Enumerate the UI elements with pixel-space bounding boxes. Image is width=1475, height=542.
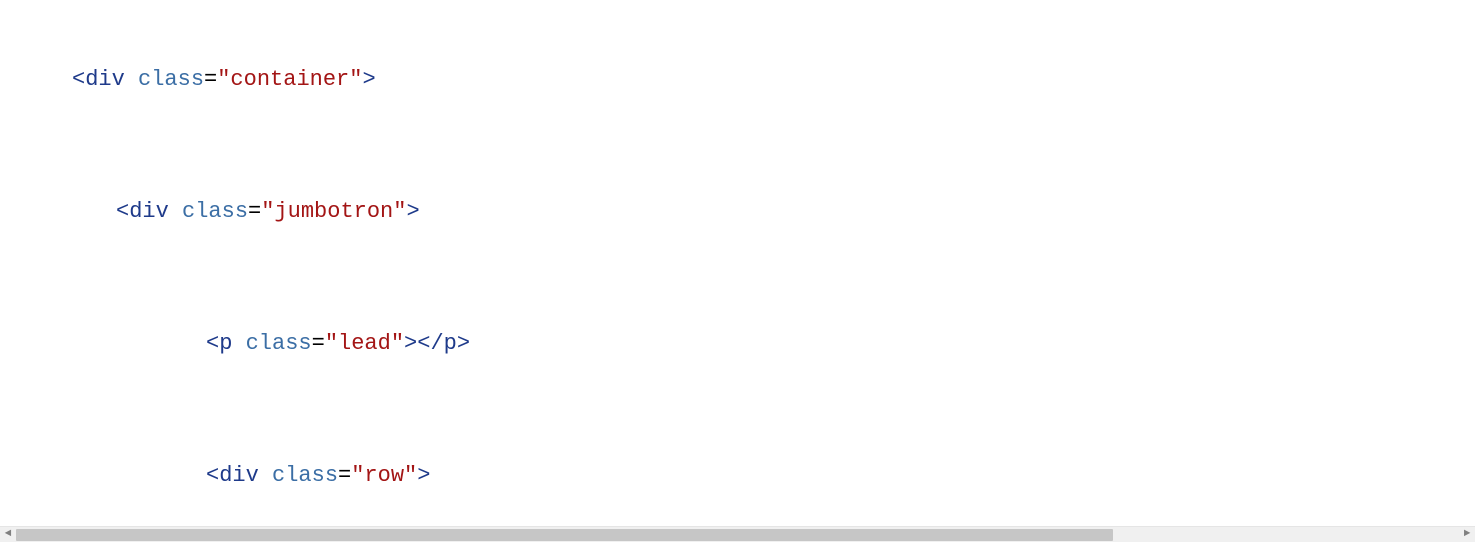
code-viewer: <div class="container"> <div class="jumb… — [0, 0, 1475, 542]
code-line: <div class="container"> — [0, 58, 1475, 102]
source-code-block[interactable]: <div class="container"> <div class="jumb… — [0, 0, 1475, 542]
code-line: <div class="row"> — [0, 454, 1475, 498]
scrollbar-lane[interactable] — [16, 527, 1459, 542]
code-line: <p class="lead"></p> — [0, 322, 1475, 366]
scroll-left-icon[interactable]: ◄ — [0, 527, 16, 542]
scrollbar-thumb[interactable] — [16, 529, 1113, 541]
scroll-right-icon[interactable]: ► — [1459, 527, 1475, 542]
horizontal-scrollbar[interactable]: ◄ ► — [0, 526, 1475, 542]
code-line: <div class="jumbotron"> — [0, 190, 1475, 234]
